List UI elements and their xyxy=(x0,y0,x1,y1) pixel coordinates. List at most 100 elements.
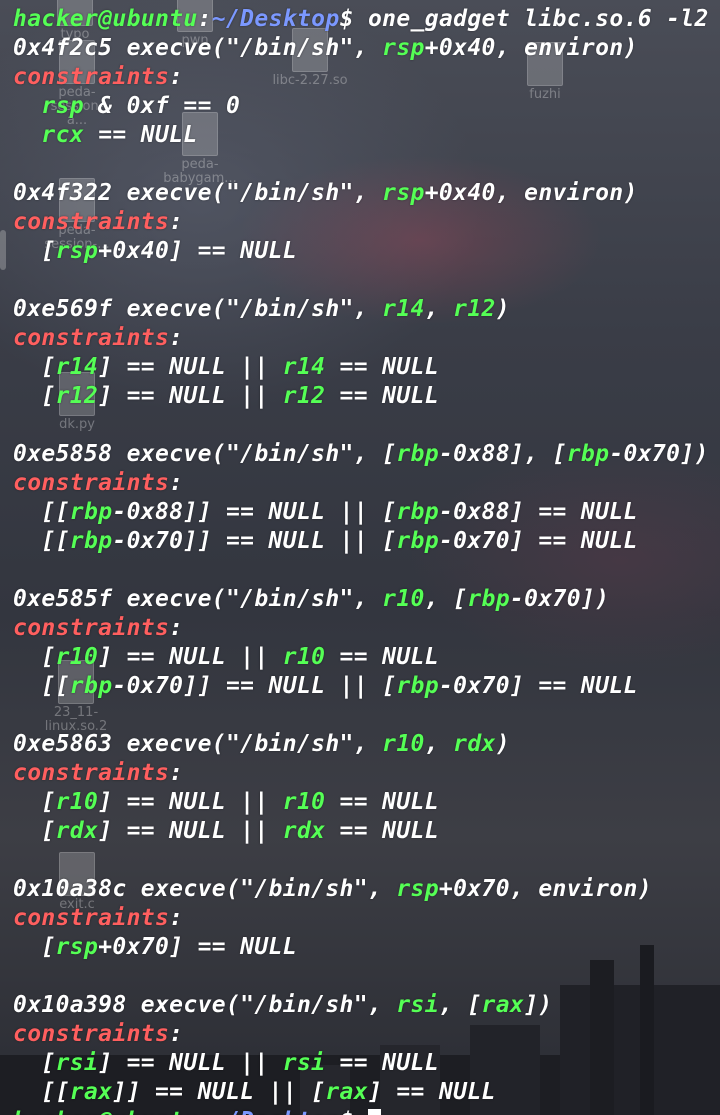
register-name: r10 xyxy=(55,789,99,815)
constraints-label-line: constraints: xyxy=(13,1020,183,1049)
constraint-line: [rsp+0x70] == NULL xyxy=(13,933,297,962)
prompt-user-host: hacker@ubuntu xyxy=(13,6,198,32)
constraint-text: == NULL xyxy=(325,1050,439,1076)
prompt-user-host: hacker@ubuntu xyxy=(13,1108,198,1115)
register-name: rsp xyxy=(55,934,99,960)
execve-call-text: execve("/bin/sh", xyxy=(126,876,397,902)
constraints-label: constraints xyxy=(13,760,170,786)
constraint-text: == NULL xyxy=(325,354,439,380)
execve-call-text: execve("/bin/sh", xyxy=(126,992,397,1018)
gadget-address: 0x10a398 xyxy=(13,992,127,1018)
gadget-header-line: 0xe5858 execve("/bin/sh", [rbp-0x88], [r… xyxy=(13,440,709,469)
constraint-text: & 0xf == 0 xyxy=(84,93,241,119)
register-name: r10 xyxy=(55,644,99,670)
execve-call-text: -0x70]) xyxy=(609,441,709,467)
register-name: r12 xyxy=(453,296,496,322)
constraint-text: ] == NULL || xyxy=(98,383,283,409)
constraint-text: [ xyxy=(13,383,56,409)
terminal-output[interactable]: hacker@ubuntu:~/Desktop$ one_gadget libc… xyxy=(0,0,720,1115)
constraints-label: constraints xyxy=(13,615,170,641)
constraints-colon: : xyxy=(169,615,184,641)
execve-call-text: , environ) xyxy=(509,876,652,902)
constraint-text: -0x88] == NULL xyxy=(438,499,638,525)
constraint-text: +0x70] == NULL xyxy=(98,934,297,960)
constraint-text: -0x70]] == NULL || [ xyxy=(112,673,397,699)
register-name: rsp xyxy=(382,180,425,206)
gadget-header-line: 0xe585f execve("/bin/sh", r10, [rbp-0x70… xyxy=(13,585,609,614)
gadget-address: 0xe585f xyxy=(13,586,113,612)
constraints-colon: : xyxy=(169,325,184,351)
gadget-header-line: 0xe5863 execve("/bin/sh", r10, rdx) xyxy=(13,730,510,759)
constraint-text xyxy=(13,93,41,119)
constraint-text: [[ xyxy=(13,673,70,699)
constraints-label: constraints xyxy=(13,905,170,931)
constraints-label: constraints xyxy=(13,209,170,235)
execve-call-text: -0x88], [ xyxy=(438,441,567,467)
register-name: r12 xyxy=(282,383,326,409)
gadget-address: 0x4f322 xyxy=(13,180,113,206)
register-name: rax xyxy=(69,1079,113,1105)
constraint-text: [[ xyxy=(13,1079,70,1105)
execve-call-text: ) xyxy=(495,731,510,757)
register-name: rax xyxy=(481,992,525,1018)
execve-call-text: execve("/bin/sh", xyxy=(112,35,383,61)
constraint-line: [[rbp-0x70]] == NULL || [rbp-0x70] == NU… xyxy=(13,672,638,701)
register-name: r10 xyxy=(382,586,425,612)
constraint-text: [ xyxy=(13,789,56,815)
register-name: rdx xyxy=(282,818,326,844)
execve-call-text: , xyxy=(424,731,454,757)
constraint-text: [ xyxy=(13,1050,56,1076)
register-name: rax xyxy=(325,1079,368,1105)
execve-call-text: ) xyxy=(495,296,510,322)
constraint-line: [r10] == NULL || r10 == NULL xyxy=(13,643,439,672)
constraint-text: -0x88]] == NULL || [ xyxy=(112,499,397,525)
constraint-text: ] == NULL || xyxy=(98,789,283,815)
register-name: r10 xyxy=(382,731,425,757)
register-name: r10 xyxy=(282,789,326,815)
register-name: rbp xyxy=(396,441,439,467)
constraints-colon: : xyxy=(169,470,184,496)
register-name: rdx xyxy=(453,731,496,757)
execve-call-text: +0x40 xyxy=(424,180,496,206)
final-prompt-line: hacker@ubuntu:~/Desktop$ xyxy=(13,1107,381,1115)
prompt-command: one_gadget libc.so.6 -l2 xyxy=(353,6,709,32)
execve-call-text: execve("/bin/sh", [ xyxy=(112,441,397,467)
register-name: rbp xyxy=(69,499,113,525)
constraints-colon: : xyxy=(169,760,184,786)
register-name: rsp xyxy=(55,238,99,264)
constraint-text: [ xyxy=(13,644,56,670)
constraints-label-line: constraints: xyxy=(13,324,183,353)
register-name: rsp xyxy=(382,35,425,61)
gadget-address: 0x4f2c5 xyxy=(13,35,113,61)
register-name: rbp xyxy=(396,528,439,554)
constraint-line: rsp & 0xf == 0 xyxy=(13,92,240,121)
register-name: rdx xyxy=(55,818,99,844)
constraint-text: [[ xyxy=(13,528,70,554)
constraints-label-line: constraints: xyxy=(13,614,183,643)
constraint-text: [[ xyxy=(13,499,70,525)
constraint-line: [r14] == NULL || r14 == NULL xyxy=(13,353,439,382)
gadget-header-line: 0xe569f execve("/bin/sh", r14, r12) xyxy=(13,295,510,324)
register-name: rbp xyxy=(566,441,610,467)
constraint-line: [[rbp-0x70]] == NULL || [rbp-0x70] == NU… xyxy=(13,527,638,556)
constraint-text: ]] == NULL || [ xyxy=(112,1079,326,1105)
constraint-text: [ xyxy=(13,818,56,844)
prompt-dollar: $ xyxy=(339,6,354,32)
execve-call-text: , [ xyxy=(438,992,482,1018)
constraints-label-line: constraints: xyxy=(13,208,183,237)
constraint-text: +0x40] == NULL xyxy=(98,238,297,264)
constraint-text: ] == NULL xyxy=(367,1079,496,1105)
register-name: rbp xyxy=(69,528,113,554)
register-name: rsp xyxy=(41,93,84,119)
execve-call-text: execve("/bin/sh", xyxy=(112,180,383,206)
gadget-header-line: 0x10a38c execve("/bin/sh", rsp+0x70, env… xyxy=(13,875,652,904)
constraint-text: [ xyxy=(13,354,56,380)
constraints-label-line: constraints: xyxy=(13,904,183,933)
gadget-header-line: 0x10a398 execve("/bin/sh", rsi, [rax]) xyxy=(13,991,553,1020)
prompt-colon: : xyxy=(197,6,212,32)
constraints-colon: : xyxy=(169,64,184,90)
register-name: r14 xyxy=(282,354,326,380)
constraints-label-line: constraints: xyxy=(13,63,183,92)
prompt-path: ~/Desktop xyxy=(212,1108,340,1115)
prompt-path: ~/Desktop xyxy=(211,6,340,32)
